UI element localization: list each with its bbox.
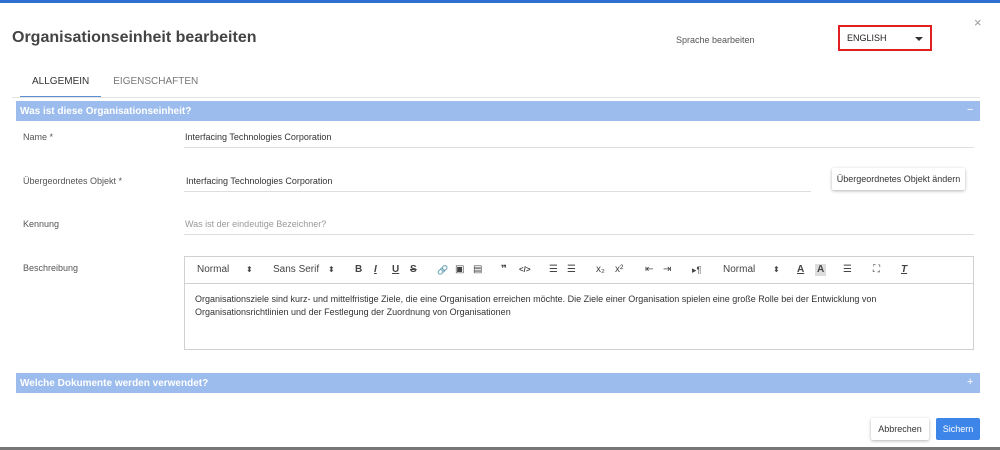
background-color-icon[interactable]: A — [815, 264, 827, 276]
language-select[interactable]: ENGLISH — [838, 25, 932, 51]
section-documents-title: Welche Dokumente werden verwendet? — [20, 377, 209, 389]
fullscreen-icon[interactable]: ⛶ — [873, 264, 880, 276]
language-label: Sprache bearbeiten — [676, 35, 755, 45]
tab-bar: ALLGEMEIN EIGENSCHAFTEN — [20, 70, 210, 98]
description-content[interactable]: Organisationsziele sind kurz- und mittel… — [195, 293, 965, 319]
change-parent-button[interactable]: Übergeordnetes Objekt ändern — [832, 168, 965, 190]
editor-toolbar: Normal ⬍ Sans Serif ⬍ B I U S 🔗 ▣ ▤ ❞ </… — [185, 257, 973, 284]
font-select-arrow-icon: ⬍ — [328, 265, 335, 274]
outdent-icon[interactable]: ⇤ — [645, 264, 653, 276]
ordered-list-icon[interactable]: ☰ — [549, 264, 558, 276]
underline-icon[interactable]: U — [392, 264, 399, 276]
header-select[interactable]: Normal — [197, 264, 229, 276]
text-color-icon[interactable]: A — [797, 264, 804, 276]
description-label: Beschreibung — [23, 263, 79, 273]
bullet-list-icon[interactable]: ☰ — [567, 264, 576, 276]
identifier-field-underline — [184, 234, 974, 235]
header-select-arrow-icon: ⬍ — [246, 265, 253, 274]
name-field[interactable]: Interfacing Technologies Corporation — [185, 132, 331, 142]
bold-icon[interactable]: B — [355, 264, 362, 276]
collapse-icon[interactable]: − — [967, 104, 973, 116]
cancel-button[interactable]: Abbrechen — [871, 418, 929, 440]
text-direction-icon[interactable]: ▸¶ — [692, 264, 701, 276]
tab-allgemein[interactable]: ALLGEMEIN — [20, 70, 102, 98]
name-field-underline — [184, 147, 974, 148]
size-select-arrow-icon: ⬍ — [773, 265, 780, 274]
font-select[interactable]: Sans Serif — [273, 264, 319, 276]
parent-field[interactable]: Interfacing Technologies Corporation — [186, 176, 332, 186]
size-select[interactable]: Normal — [723, 264, 755, 276]
link-icon[interactable]: 🔗 — [437, 264, 448, 276]
dialog-title: Organisationseinheit bearbeiten — [12, 29, 257, 46]
section-general-header[interactable]: Was ist diese Organisationseinheit? − — [16, 101, 980, 121]
superscript-icon[interactable]: x² — [615, 264, 623, 276]
video-icon[interactable]: ▤ — [473, 264, 482, 276]
code-icon[interactable]: </> — [519, 264, 531, 276]
strikethrough-icon[interactable]: S — [410, 264, 417, 276]
section-documents-header[interactable]: Welche Dokumente werden verwendet? + — [16, 373, 980, 393]
align-icon[interactable]: ☰ — [843, 264, 852, 276]
parent-label: Übergeordnetes Objekt * — [23, 176, 123, 186]
subscript-icon[interactable]: x₂ — [596, 264, 605, 276]
close-icon[interactable]: × — [974, 16, 982, 29]
name-label: Name * — [23, 132, 54, 142]
tab-eigenschaften[interactable]: EIGENSCHAFTEN — [101, 70, 210, 98]
chevron-down-icon — [915, 37, 923, 41]
indent-icon[interactable]: ⇥ — [663, 264, 671, 276]
description-editor: Normal ⬍ Sans Serif ⬍ B I U S 🔗 ▣ ▤ ❞ </… — [184, 256, 974, 350]
save-button[interactable]: Sichern — [936, 418, 980, 440]
identifier-input[interactable]: Was ist der eindeutige Bezeichner? — [185, 219, 326, 229]
identifier-label: Kennung — [23, 219, 60, 229]
tabs-divider — [12, 97, 980, 98]
top-accent-strip — [0, 0, 1000, 3]
blockquote-icon[interactable]: ❞ — [501, 264, 507, 276]
image-icon[interactable]: ▣ — [455, 264, 464, 276]
section-general-title: Was ist diese Organisationseinheit? — [20, 105, 192, 117]
language-select-value: ENGLISH — [847, 33, 887, 43]
italic-icon[interactable]: I — [374, 264, 377, 276]
clear-format-icon[interactable]: T — [901, 264, 907, 276]
parent-field-underline — [184, 191, 811, 192]
expand-icon[interactable]: + — [967, 376, 973, 388]
